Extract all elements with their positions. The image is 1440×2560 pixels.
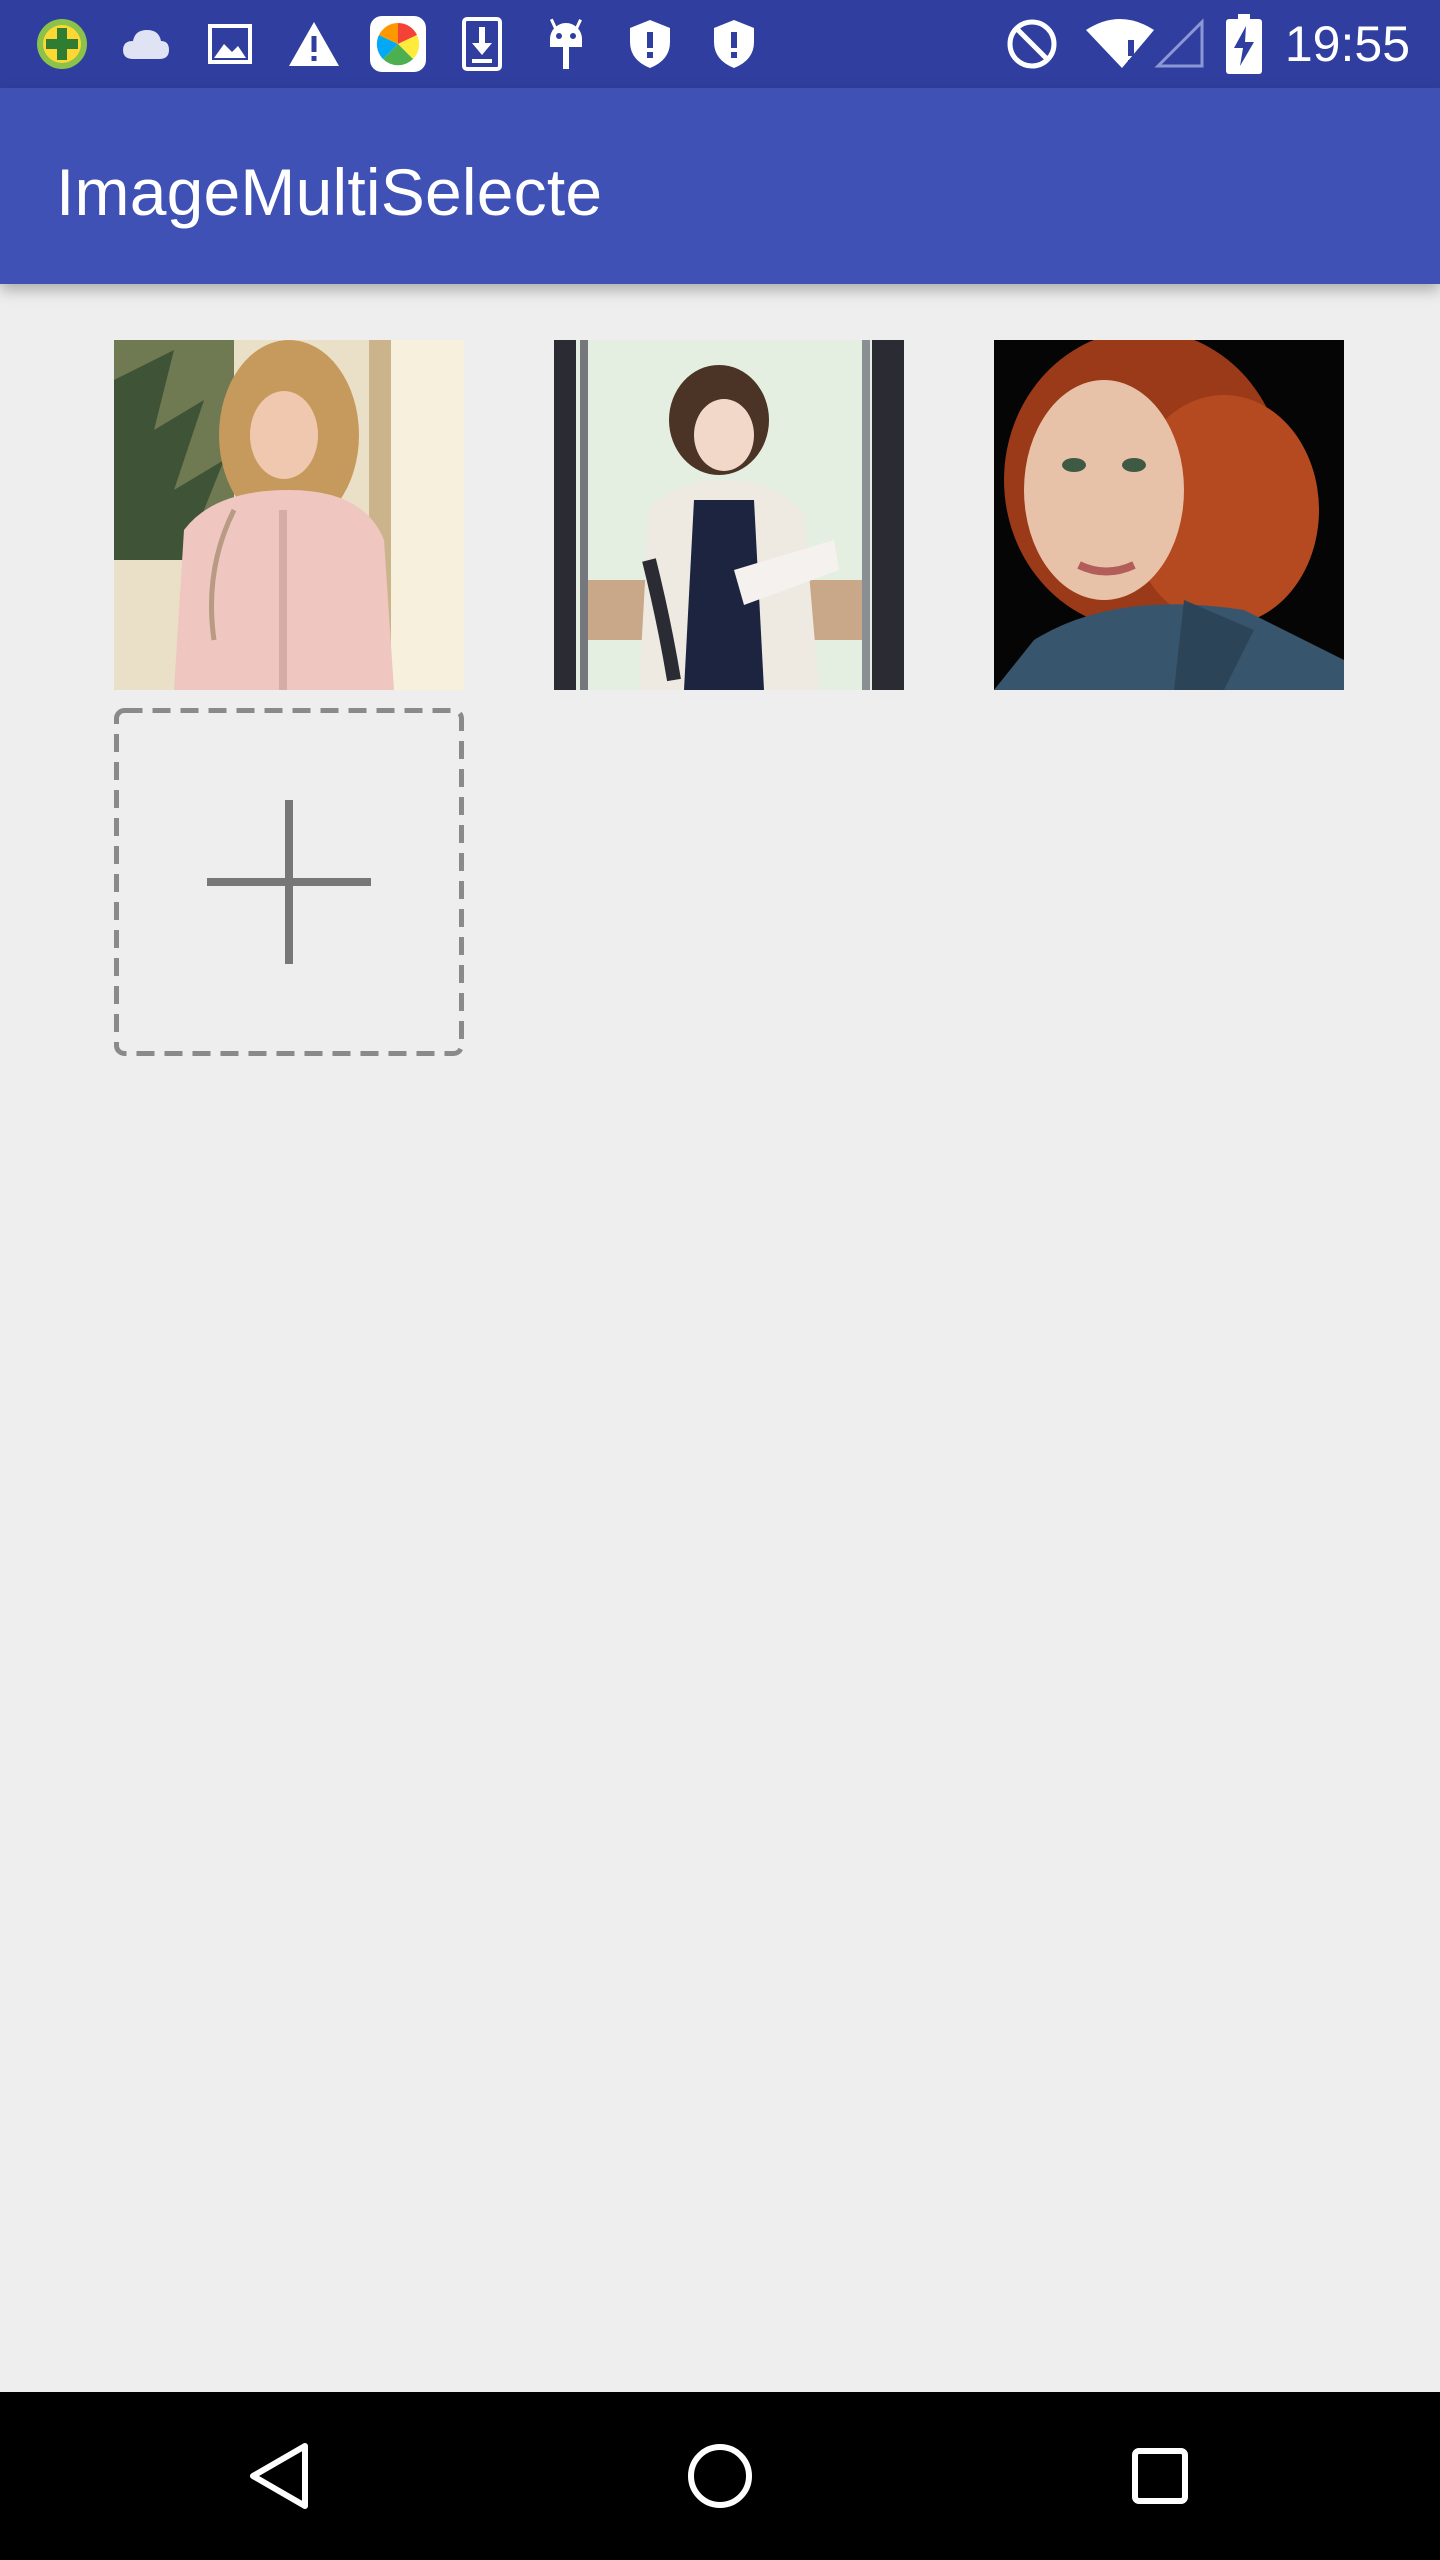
signal-icon [1150, 14, 1210, 74]
warning-icon [284, 14, 344, 74]
app-bar: ImageMultiSelecte [0, 88, 1440, 284]
recents-icon[interactable] [1110, 2426, 1210, 2526]
do-not-disturb-icon [1002, 14, 1062, 74]
navigation-bar [0, 2392, 1440, 2560]
plus-badge-icon [32, 14, 92, 74]
shield-icon [704, 14, 764, 74]
image-icon [200, 14, 260, 74]
download-icon [452, 14, 512, 74]
shield-icon [620, 14, 680, 74]
battery-charging-icon [1214, 14, 1274, 74]
cloud-icon [116, 14, 176, 74]
wifi-icon [1080, 14, 1160, 74]
selected-image-2[interactable] [554, 340, 904, 690]
app-title: ImageMultiSelecte [56, 155, 603, 229]
back-icon[interactable] [230, 2426, 330, 2526]
selected-image-1[interactable] [114, 340, 464, 690]
android-icon [536, 14, 596, 74]
plus-icon [207, 800, 371, 964]
clock: 19:55 [1284, 16, 1410, 72]
app-colorful-icon [368, 14, 428, 74]
home-icon[interactable] [670, 2426, 770, 2526]
status-bar: 19:55 [0, 0, 1440, 88]
selected-image-3[interactable] [994, 340, 1344, 690]
add-image-button[interactable] [114, 708, 464, 1056]
